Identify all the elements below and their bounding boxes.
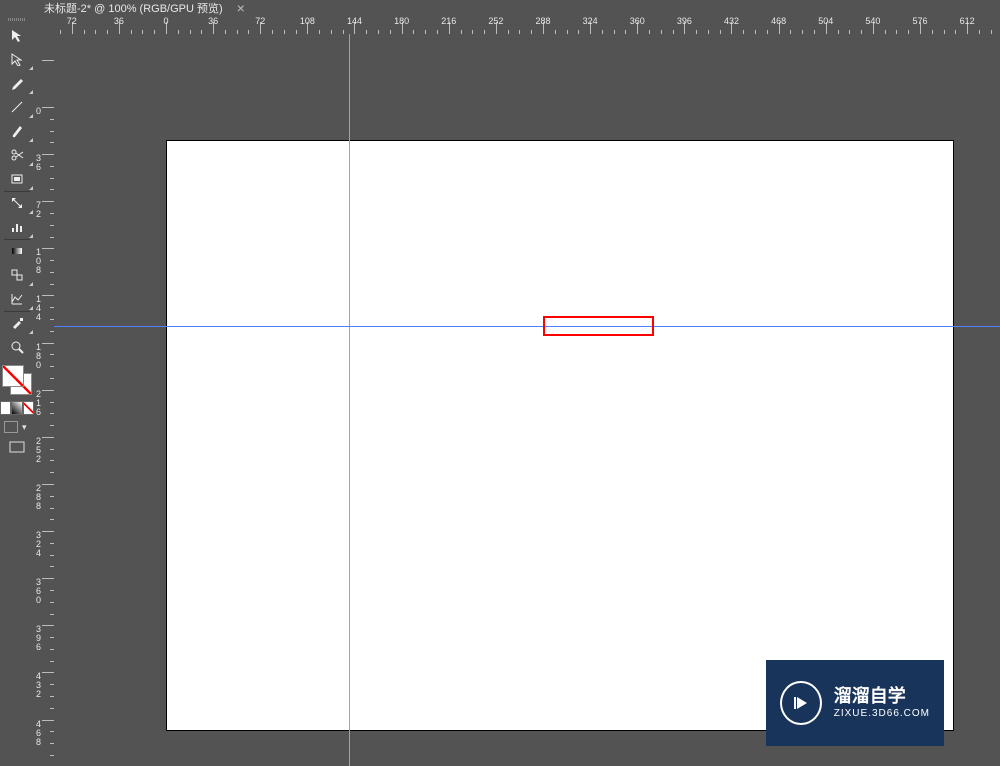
ruler-label: 324 [36, 531, 46, 558]
ruler-label: 396 [36, 625, 46, 652]
ruler-label: 36 [114, 16, 124, 26]
color-mode-icon[interactable] [0, 401, 11, 415]
ruler-label: 144 [36, 295, 46, 322]
ruler-label: 36 [36, 154, 46, 172]
column-graph-tool[interactable] [0, 215, 34, 239]
ruler-label: 612 [960, 16, 975, 26]
ruler-label: 468 [771, 16, 786, 26]
ruler-label: 72 [36, 201, 46, 219]
draw-mode-row [0, 401, 34, 415]
horizontal-ruler[interactable]: 1087236036721081441802162522883243603964… [54, 16, 1000, 34]
ruler-label: 180 [394, 16, 409, 26]
ruler-label: 576 [912, 16, 927, 26]
ruler-label: 0 [36, 107, 46, 116]
ruler-label: 252 [488, 16, 503, 26]
gradient-mode-icon[interactable] [11, 401, 22, 415]
direct-selection-tool[interactable] [0, 47, 34, 71]
ruler-label: 108 [36, 248, 46, 275]
document-tab[interactable]: 未标题-2* @ 100% (RGB/GPU 预览) × [34, 0, 255, 16]
chevron-down-icon[interactable]: ▾ [22, 422, 27, 433]
ruler-origin[interactable] [34, 16, 54, 34]
tab-title: 未标题-2* @ 100% (RGB/GPU 预览) [44, 0, 223, 16]
rotate-tool[interactable] [0, 167, 34, 191]
watermark-title: 溜溜自学 [834, 686, 930, 708]
ruler-label: 360 [36, 578, 46, 605]
symbol-sprayer-tool[interactable] [0, 263, 34, 287]
ruler-label: 144 [347, 16, 362, 26]
screen-mode-icon[interactable] [4, 421, 18, 433]
ruler-label: 180 [36, 343, 46, 370]
ruler-label: 36 [208, 16, 218, 26]
canvas-area[interactable]: 溜溜自学 ZIXUE.3D66.COM [54, 34, 1000, 766]
vertical-ruler[interactable]: 0367210814418021625228832436039643246850… [34, 34, 54, 766]
ruler-label: 288 [535, 16, 550, 26]
ruler-label: 540 [865, 16, 880, 26]
ruler-label: 72 [255, 16, 265, 26]
ruler-label: 72 [67, 16, 77, 26]
watermark-logo: 溜溜自学 ZIXUE.3D66.COM [766, 660, 944, 746]
ruler-label: 360 [630, 16, 645, 26]
ruler-label: 432 [724, 16, 739, 26]
horizontal-guide[interactable] [54, 326, 1000, 327]
ruler-label: 396 [677, 16, 692, 26]
bar-graph-tool[interactable] [0, 287, 34, 311]
screen-mode-row: ▾ [0, 419, 34, 435]
fill-stroke-swatch[interactable] [0, 363, 34, 397]
ruler-label: 432 [36, 672, 46, 699]
ruler-label: 324 [583, 16, 598, 26]
ruler-label: 504 [818, 16, 833, 26]
none-mode-icon[interactable] [23, 401, 34, 415]
scale-tool[interactable] [0, 191, 34, 215]
scissors-tool[interactable] [0, 143, 34, 167]
paintbrush-tool[interactable] [0, 119, 34, 143]
pen-tool[interactable] [0, 71, 34, 95]
play-icon [780, 681, 822, 725]
selection-tool[interactable] [0, 23, 34, 47]
annotation-highlight [543, 316, 654, 336]
line-tool[interactable] [0, 95, 34, 119]
toolbox: ▾ [0, 16, 34, 766]
close-icon[interactable]: × [237, 0, 245, 16]
vertical-guide[interactable] [349, 34, 350, 766]
eyedropper-tool[interactable] [0, 311, 34, 335]
ruler-label: 216 [441, 16, 456, 26]
ruler-label: 216 [36, 390, 46, 417]
ruler-label: 252 [36, 437, 46, 464]
gradient-tool[interactable] [0, 239, 34, 263]
ruler-label: 288 [36, 484, 46, 511]
artboard[interactable] [167, 141, 953, 730]
panel-grip[interactable] [0, 16, 34, 23]
ruler-label: 0 [163, 16, 168, 26]
change-screen-mode[interactable] [0, 435, 34, 459]
ruler-label: 468 [36, 720, 46, 747]
document-tabs: 未标题-2* @ 100% (RGB/GPU 预览) × [34, 0, 1000, 16]
watermark-url: ZIXUE.3D66.COM [834, 708, 930, 720]
ruler-label: 108 [300, 16, 315, 26]
zoom-tool[interactable] [0, 335, 34, 359]
